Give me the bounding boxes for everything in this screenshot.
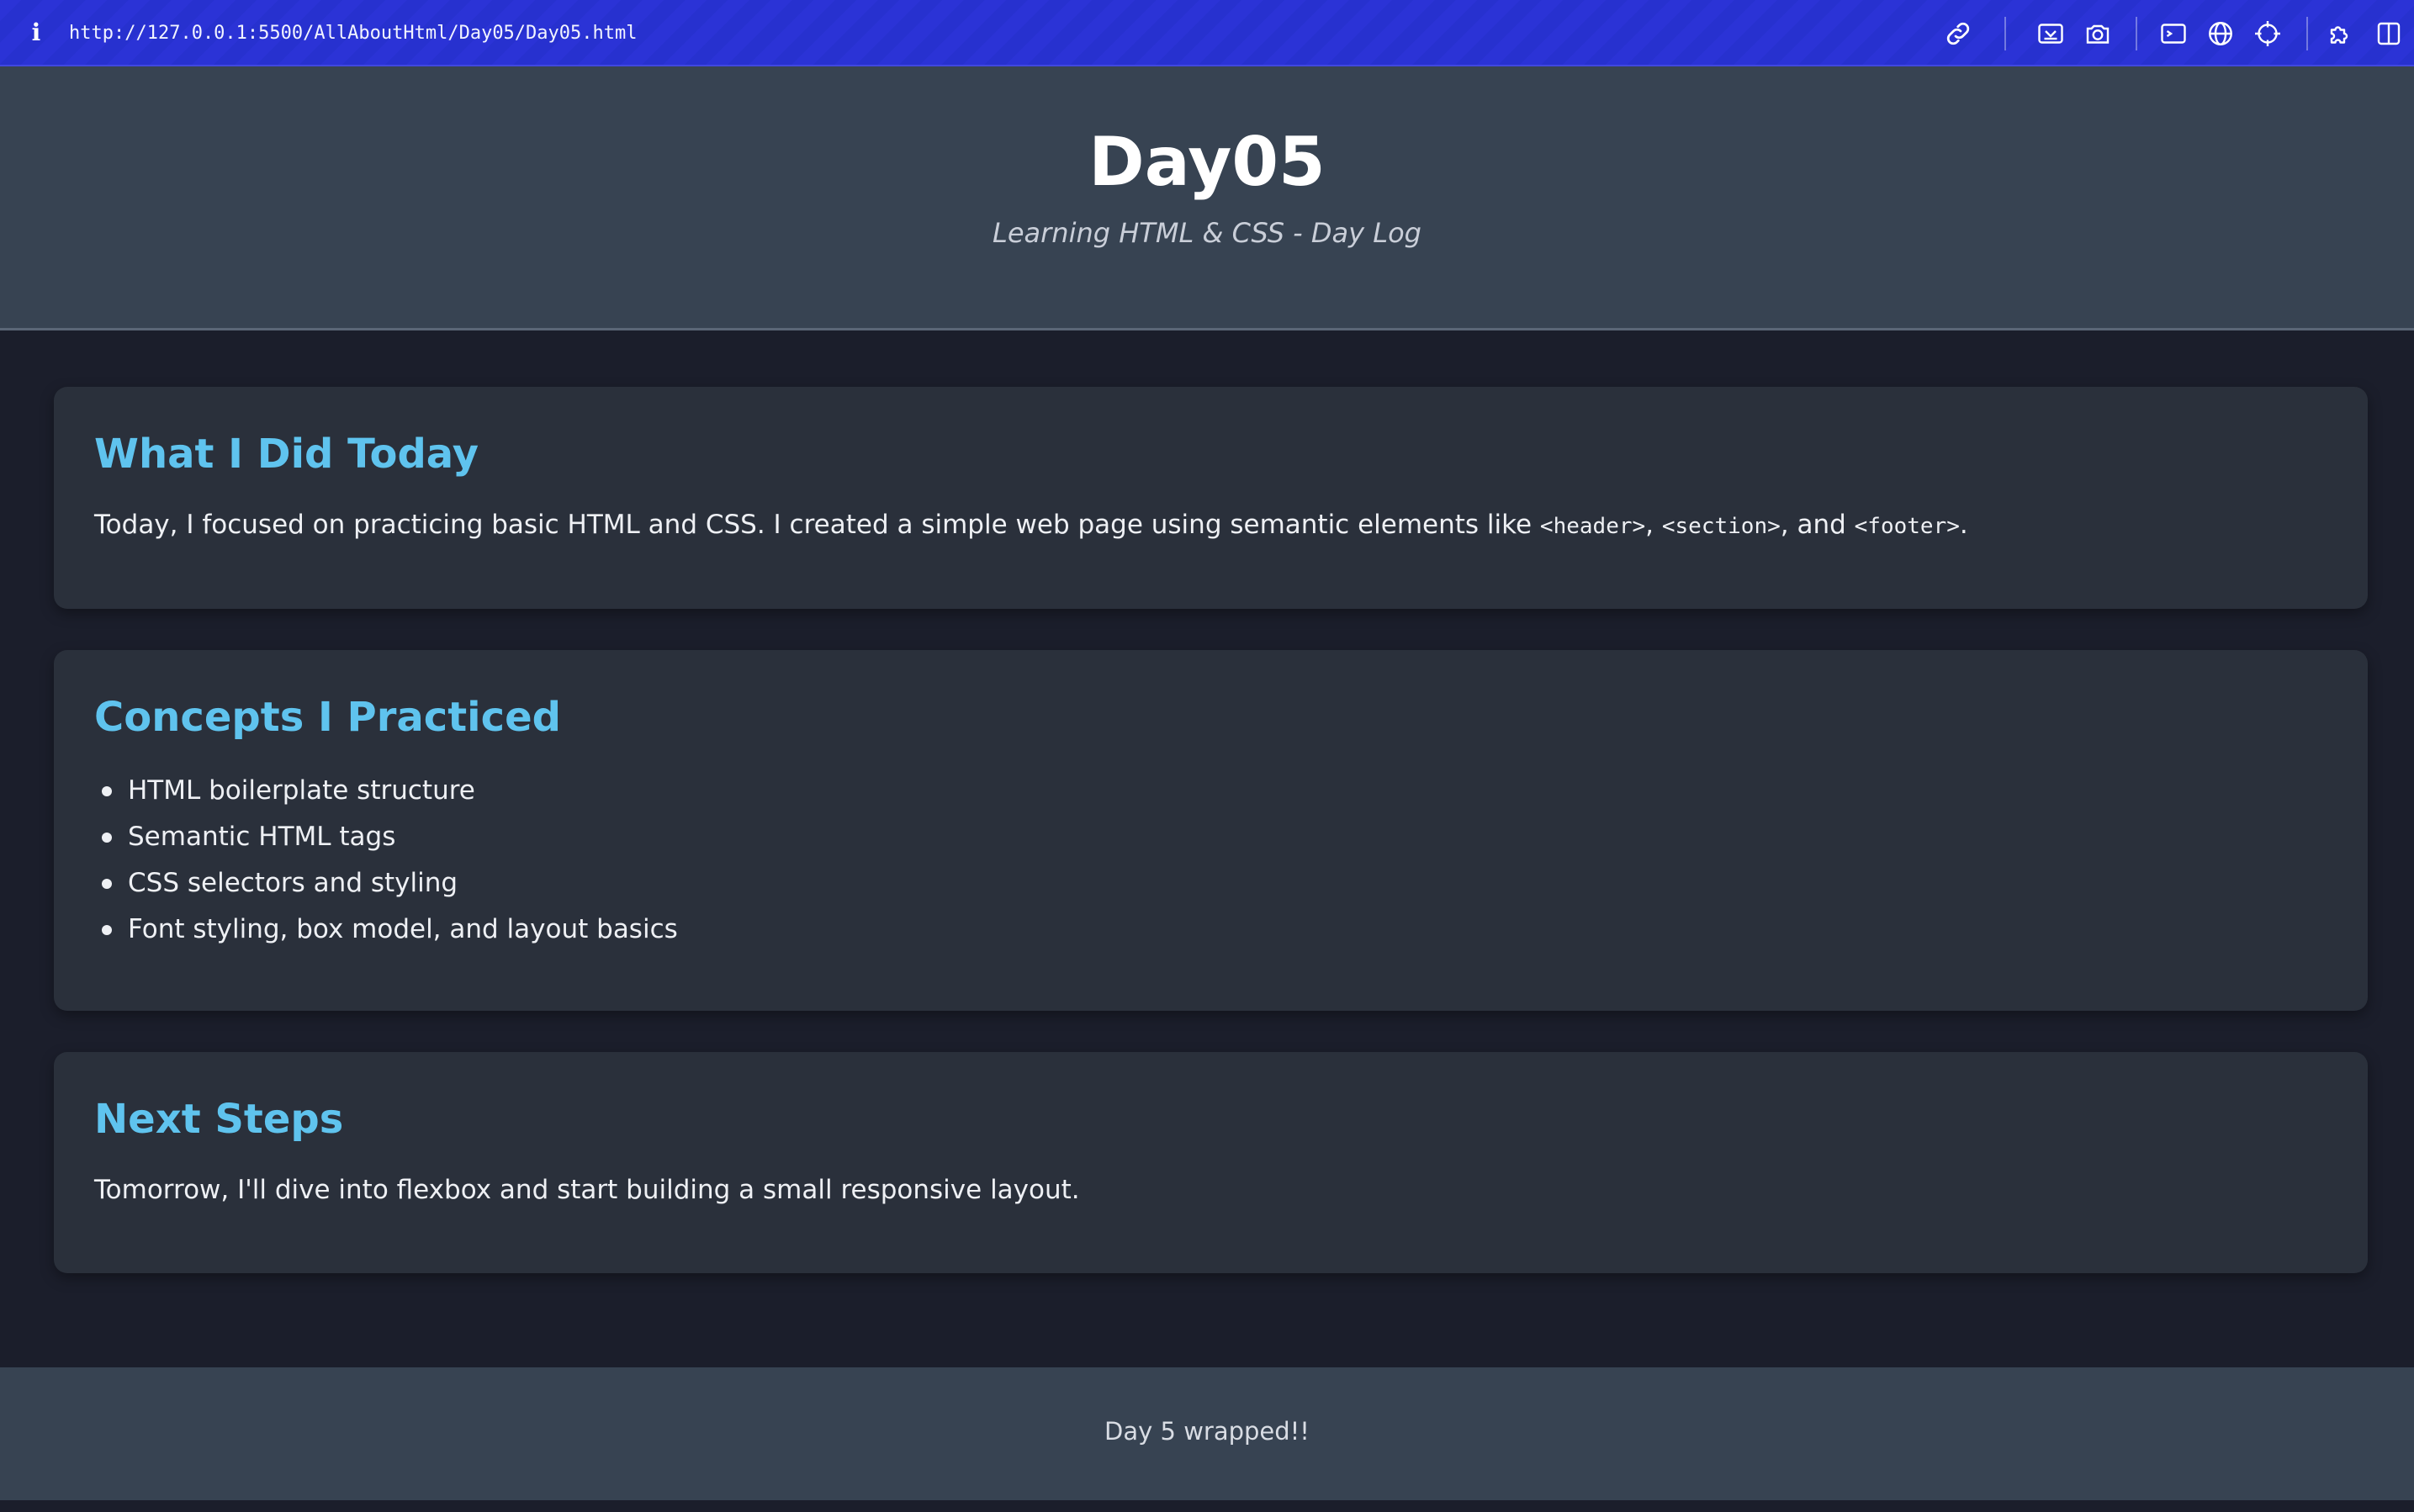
camera-icon[interactable]: [2083, 19, 2113, 49]
extensions-icon[interactable]: [2327, 19, 2357, 49]
list-item: Font styling, box model, and layout basi…: [94, 907, 678, 953]
section-heading: Next Steps: [94, 1096, 344, 1143]
text-segment: , and: [1780, 510, 1855, 540]
code-header-tag: <header>: [1539, 514, 1646, 539]
crosshair-icon[interactable]: [2253, 19, 2283, 49]
page-subtitle: Learning HTML & CSS - Day Log: [993, 217, 1421, 249]
toolbar-separator: [2004, 17, 2006, 50]
page-footer: Day 5 wrapped!!: [0, 1367, 2414, 1500]
text-segment: ,: [1645, 510, 1662, 540]
section-next-steps: Next Steps Tomorrow, I'll dive into flex…: [54, 1052, 2368, 1273]
screen-capture-icon[interactable]: [2035, 19, 2066, 49]
footer-text: Day 5 wrapped!!: [1104, 1417, 1310, 1446]
list-item: Semantic HTML tags: [94, 814, 678, 860]
info-icon[interactable]: i: [29, 19, 44, 47]
bottom-strip: [0, 1500, 2414, 1512]
text-segment: Today, I focused on practicing basic HTM…: [94, 510, 1540, 540]
page-title: Day05: [1088, 123, 1326, 201]
code-footer-tag: <footer>: [1854, 514, 1960, 539]
toolbar-separator: [2306, 17, 2308, 50]
list-item: HTML boilerplate structure: [94, 768, 678, 814]
text-segment: .: [1959, 510, 1968, 540]
terminal-icon[interactable]: [2158, 19, 2189, 49]
address-bar-url[interactable]: http://127.0.0.1:5500/AllAboutHtml/Day05…: [69, 20, 638, 47]
browser-toolbar: i http://127.0.0.1:5500/AllAboutHtml/Day…: [0, 0, 2414, 66]
sidebar-icon[interactable]: [2374, 19, 2404, 49]
link-icon[interactable]: [1943, 19, 1973, 49]
section-text: Tomorrow, I'll dive into flexbox and sta…: [94, 1175, 1080, 1205]
section-text: Today, I focused on practicing basic HTM…: [94, 506, 1968, 545]
globe-icon[interactable]: [2205, 19, 2236, 49]
code-section-tag: <section>: [1661, 514, 1781, 539]
section-concepts-practiced: Concepts I Practiced HTML boilerplate st…: [54, 650, 2368, 1011]
section-what-i-did-today: What I Did Today Today, I focused on pra…: [54, 387, 2368, 609]
list-item: CSS selectors and styling: [94, 860, 678, 907]
section-heading: What I Did Today: [94, 431, 479, 478]
concepts-list: HTML boilerplate structure Semantic HTML…: [94, 768, 678, 953]
page-header: Day05 Learning HTML & CSS - Day Log: [0, 66, 2414, 330]
section-heading: Concepts I Practiced: [94, 694, 561, 741]
toolbar-separator: [2136, 17, 2137, 50]
